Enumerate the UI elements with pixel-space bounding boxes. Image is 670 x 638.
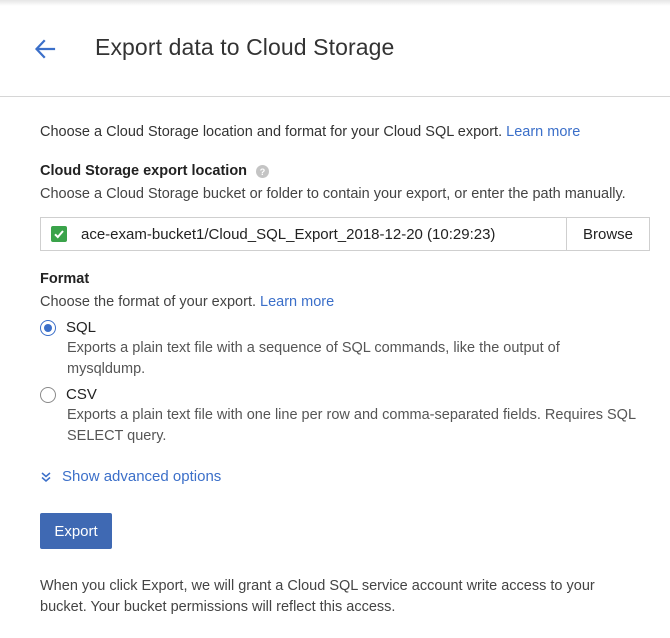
arrow-back-icon <box>34 39 56 59</box>
show-advanced-options-label: Show advanced options <box>62 468 222 485</box>
export-path-value: ace-exam-bucket1/Cloud_SQL_Export_2018-1… <box>81 225 496 243</box>
page-header: Export data to Cloud Storage <box>0 0 670 97</box>
format-description: Choose the format of your export. Learn … <box>40 292 640 313</box>
svg-text:?: ? <box>260 167 266 177</box>
page-title: Export data to Cloud Storage <box>95 34 395 60</box>
csv-description: Exports a plain text file with one line … <box>67 407 636 444</box>
export-permission-note: When you click Export, we will grant a C… <box>40 578 595 615</box>
sql-description: Exports a plain text file with a sequenc… <box>67 340 560 377</box>
format-label: Format <box>40 271 90 287</box>
format-option-sql[interactable]: SQL <box>40 317 640 338</box>
browse-button[interactable]: Browse <box>566 218 649 250</box>
format-description-text: Choose the format of your export. <box>40 294 256 310</box>
help-icon[interactable]: ? <box>256 165 270 178</box>
show-advanced-options-link[interactable]: Show advanced options <box>40 466 640 487</box>
export-path-input[interactable]: ace-exam-bucket1/Cloud_SQL_Export_2018-1… <box>41 218 566 250</box>
sql-radio[interactable] <box>40 319 56 336</box>
chevron-double-down-icon <box>41 471 51 482</box>
intro-text: Choose a Cloud Storage location and form… <box>40 122 640 143</box>
intro-text-body: Choose a Cloud Storage location and form… <box>40 124 503 140</box>
intro-learn-more-link[interactable]: Learn more <box>506 124 580 140</box>
export-form: Choose a Cloud Storage location and form… <box>40 122 650 633</box>
check-icon <box>51 226 67 242</box>
format-option-csv[interactable]: CSV <box>40 384 640 405</box>
export-location-heading: Cloud Storage export location ? <box>40 161 640 182</box>
format-learn-more-link[interactable]: Learn more <box>260 294 334 310</box>
export-location-description: Choose a Cloud Storage bucket or folder … <box>40 186 626 202</box>
back-button[interactable] <box>30 34 60 64</box>
export-button[interactable]: Export <box>40 513 112 549</box>
sql-label: SQL <box>66 319 97 336</box>
csv-label: CSV <box>66 386 97 403</box>
csv-radio[interactable] <box>40 386 56 403</box>
export-location-label: Cloud Storage export location <box>40 163 248 179</box>
export-path-field-group: ace-exam-bucket1/Cloud_SQL_Export_2018-1… <box>40 217 650 251</box>
